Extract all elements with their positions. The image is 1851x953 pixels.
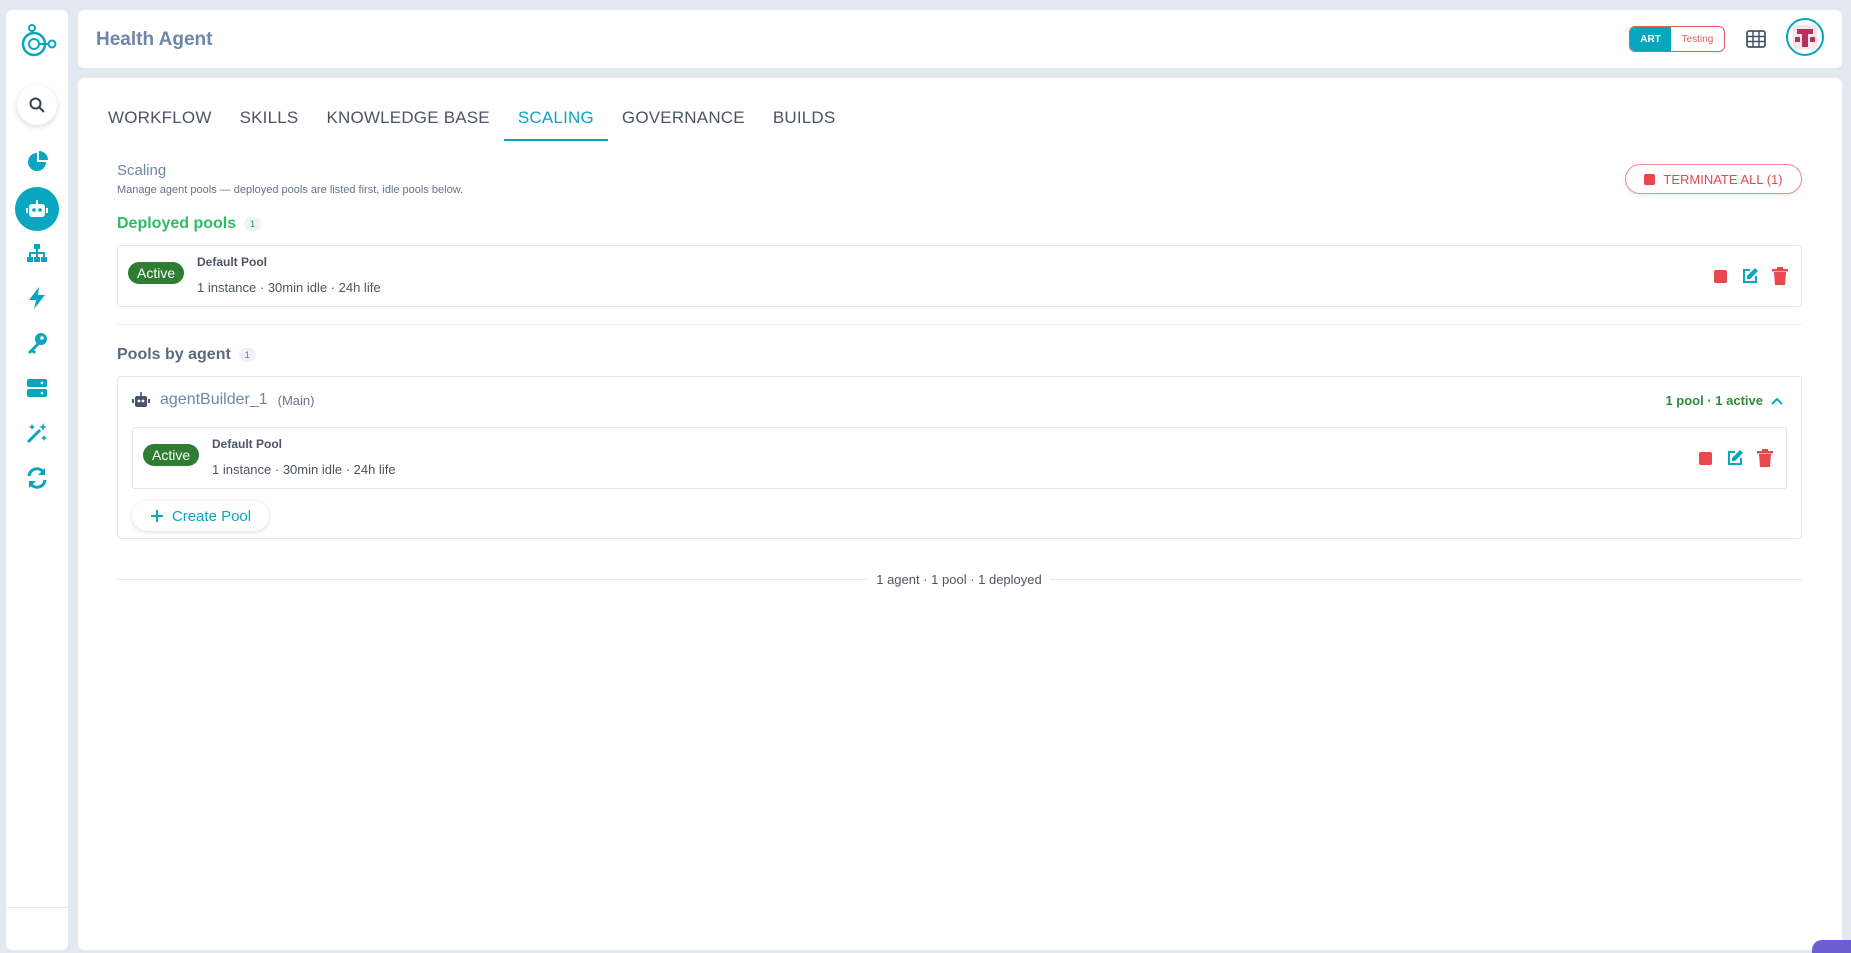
- tab-builds[interactable]: BUILDS: [759, 103, 850, 141]
- stop-pool-button[interactable]: [1696, 449, 1714, 467]
- server-icon: [27, 379, 47, 397]
- pool-actions: [1696, 449, 1774, 467]
- tab-scaling[interactable]: SCALING: [503, 103, 608, 141]
- sidebar-item-dashboard[interactable]: [17, 142, 57, 182]
- edit-pool-button[interactable]: [1726, 449, 1744, 467]
- pool-name: Default Pool: [197, 255, 268, 269]
- pools-by-agent-heading: Pools by agent 1: [117, 346, 256, 364]
- deployed-pools-count: 1: [244, 217, 262, 231]
- search-button[interactable]: [17, 85, 57, 125]
- table-grid-icon: [1746, 30, 1766, 48]
- app-logo-icon[interactable]: [19, 22, 57, 62]
- trash-icon: [1757, 449, 1773, 467]
- section-subtitle: Manage agent pools — deployed pools are …: [117, 184, 464, 196]
- stop-icon: [1698, 451, 1712, 465]
- plus-icon: [150, 510, 163, 522]
- environment-toggle[interactable]: ART Testing: [1629, 26, 1725, 52]
- env-art-option[interactable]: ART: [1630, 27, 1671, 51]
- chevron-up-icon: [1771, 397, 1783, 405]
- pool-meta: 1 instance · 30min idle · 24h life: [212, 462, 396, 477]
- delete-pool-button[interactable]: [1756, 449, 1774, 467]
- agent-tag: (Main): [277, 392, 315, 408]
- agent-summary-text: 1 pool · 1 active: [1665, 393, 1763, 408]
- search-icon: [29, 97, 45, 113]
- agent-summary[interactable]: 1 pool · 1 active: [1665, 393, 1783, 408]
- trash-icon: [1772, 267, 1788, 285]
- pool-actions: [1711, 267, 1789, 285]
- sidebar-item-sync[interactable]: [17, 458, 57, 498]
- apps-grid-button[interactable]: [1745, 28, 1767, 50]
- footer-summary: 1 agent · 1 pool · 1 deployed: [78, 572, 1840, 587]
- sidebar-item-magic[interactable]: [17, 413, 57, 453]
- delete-pool-button[interactable]: [1771, 267, 1789, 285]
- env-testing-option[interactable]: Testing: [1671, 27, 1724, 51]
- magic-wand-icon: [26, 423, 47, 444]
- sitemap-icon: [27, 244, 47, 262]
- footer-summary-text: 1 agent · 1 pool · 1 deployed: [868, 572, 1050, 587]
- pie-chart-icon: [28, 151, 48, 171]
- sidebar-item-triggers[interactable]: [17, 278, 57, 318]
- robot-icon: [26, 200, 48, 217]
- main-panel: WORKFLOW SKILLS KNOWLEDGE BASE SCALING G…: [78, 78, 1842, 950]
- sidebar-item-hierarchy[interactable]: [17, 233, 57, 273]
- sidebar-divider: [6, 907, 68, 908]
- create-pool-label: Create Pool: [171, 507, 252, 525]
- sidebar-item-keys[interactable]: [17, 323, 57, 363]
- tab-knowledge-base[interactable]: KNOWLEDGE BASE: [312, 103, 503, 141]
- sync-icon: [27, 467, 47, 489]
- pool-meta: 1 instance · 30min idle · 24h life: [197, 280, 381, 295]
- key-icon: [28, 333, 47, 354]
- pool-name: Default Pool: [212, 437, 283, 451]
- edit-pool-button[interactable]: [1741, 267, 1759, 285]
- section-divider: [117, 324, 1802, 325]
- pools-by-agent-count: 1: [238, 348, 256, 362]
- stop-icon: [1713, 269, 1727, 283]
- user-avatar[interactable]: [1786, 18, 1824, 56]
- agent-name: agentBuilder_1: [160, 391, 268, 408]
- tab-governance[interactable]: GOVERNANCE: [608, 103, 759, 141]
- status-badge: Active: [143, 444, 200, 466]
- tab-bar: WORKFLOW SKILLS KNOWLEDGE BASE SCALING G…: [94, 103, 849, 141]
- chat-launcher-button[interactable]: [1812, 940, 1851, 953]
- tab-workflow[interactable]: WORKFLOW: [94, 103, 226, 141]
- section-title: Scaling: [117, 162, 167, 179]
- sidebar: [6, 10, 68, 950]
- terminate-all-label: TERMINATE ALL (1): [1663, 171, 1783, 187]
- top-header: Health Agent ART Testing: [78, 10, 1842, 68]
- edit-icon: [1743, 268, 1758, 283]
- tab-skills[interactable]: SKILLS: [226, 103, 313, 141]
- status-badge: Active: [128, 262, 185, 284]
- agent-pool-card: Active Default Pool 1 instance · 30min i…: [132, 427, 1787, 489]
- robot-icon: [132, 392, 150, 407]
- deployed-pools-title: Deployed pools: [117, 215, 237, 232]
- avatar-identicon-icon: [1793, 25, 1817, 49]
- terminate-all-button[interactable]: TERMINATE ALL (1): [1625, 164, 1802, 194]
- stop-icon: [1644, 173, 1656, 185]
- bolt-icon: [29, 287, 45, 309]
- page-title: Health Agent: [96, 29, 213, 50]
- stop-pool-button[interactable]: [1711, 267, 1729, 285]
- agent-group: agentBuilder_1 (Main) 1 pool · 1 active …: [117, 376, 1802, 539]
- deployed-pools-heading: Deployed pools 1: [117, 215, 262, 233]
- deployed-pool-card: Active Default Pool 1 instance · 30min i…: [117, 245, 1802, 307]
- pools-by-agent-title: Pools by agent: [117, 346, 231, 363]
- sidebar-item-servers[interactable]: [17, 368, 57, 408]
- edit-icon: [1728, 450, 1743, 465]
- create-pool-button[interactable]: Create Pool: [132, 501, 269, 531]
- sidebar-item-agents[interactable]: [15, 187, 59, 231]
- agent-header[interactable]: agentBuilder_1 (Main): [132, 391, 314, 409]
